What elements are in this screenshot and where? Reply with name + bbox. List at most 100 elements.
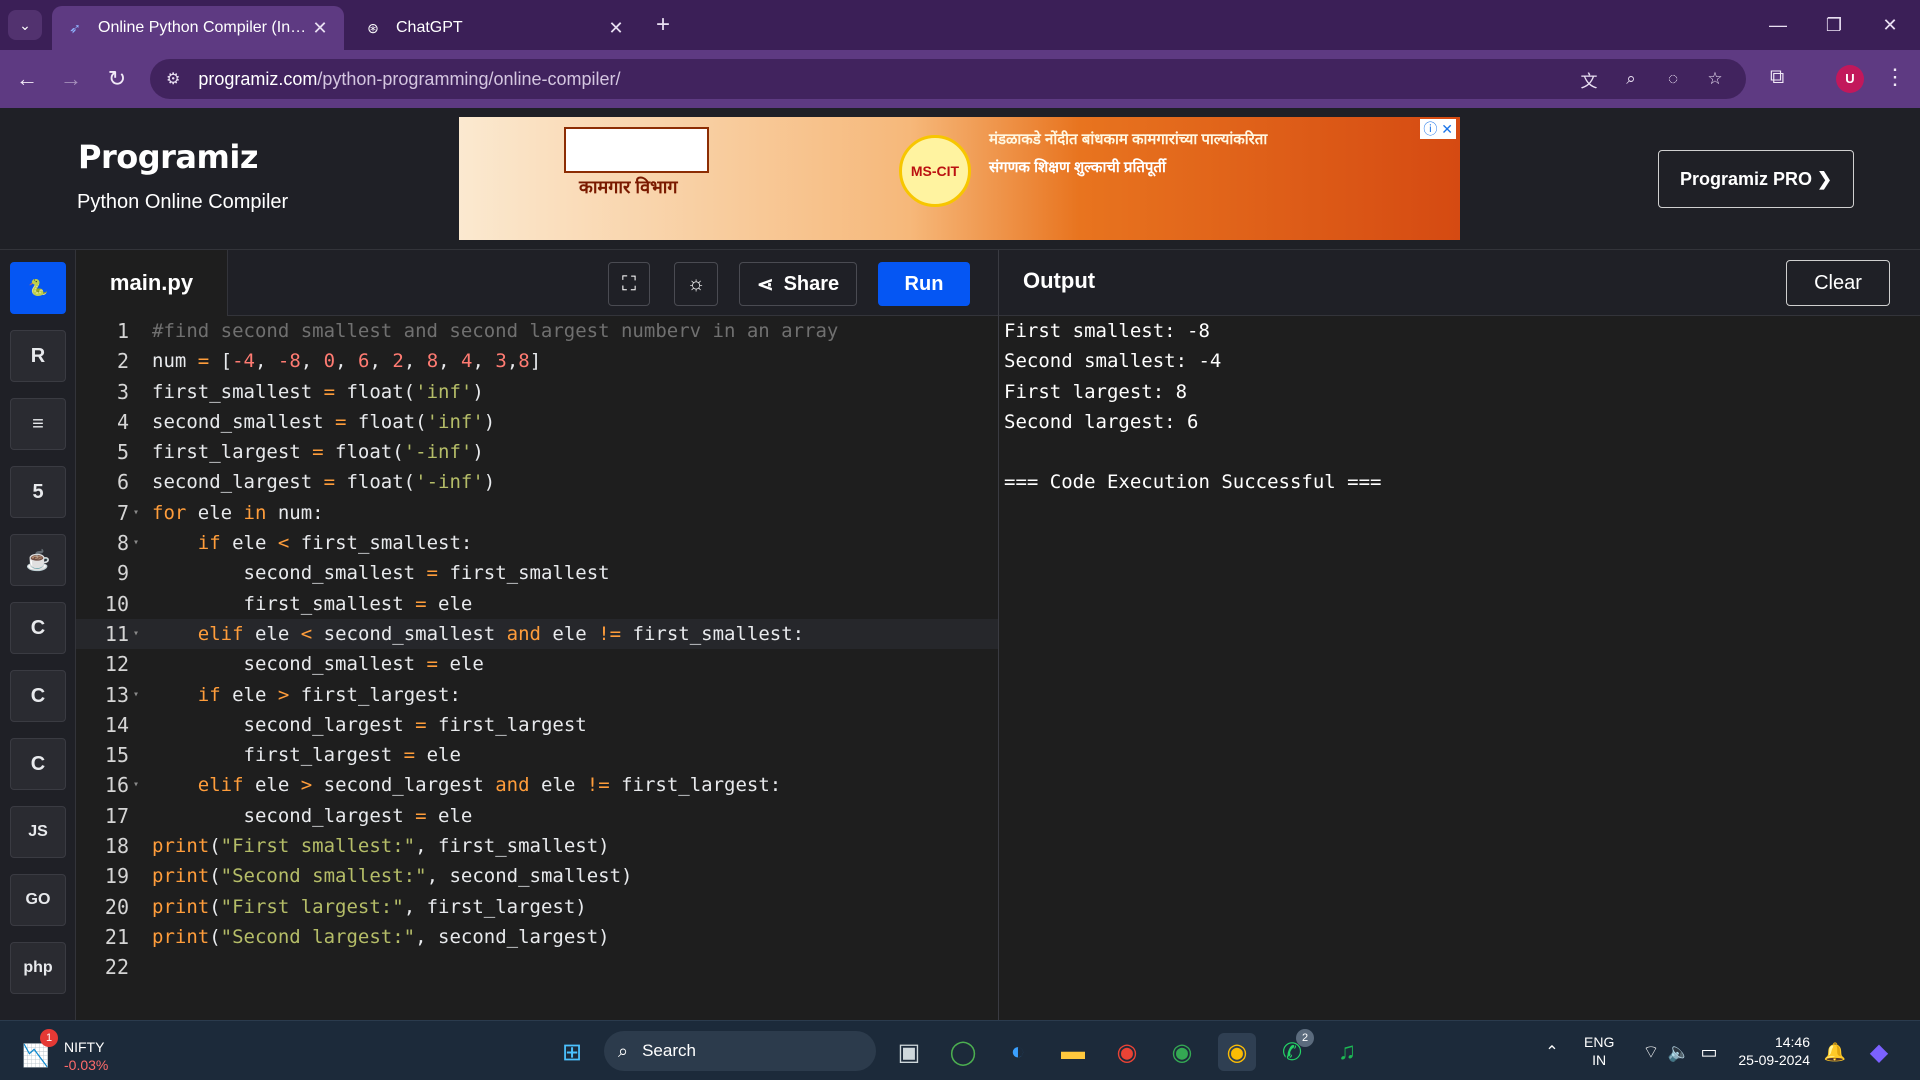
copilot-app-icon[interactable]: ◆	[1860, 1033, 1898, 1071]
start-icon[interactable]: ⊞	[553, 1033, 591, 1071]
php-icon[interactable]: php	[10, 942, 66, 994]
new-tab-button[interactable]: +	[650, 12, 676, 38]
chrome-profile-icon[interactable]: ◉	[1163, 1033, 1201, 1071]
programiz-pro-button[interactable]: Programiz PRO ❯	[1658, 150, 1854, 208]
taskbar-search[interactable]: ⌕ Search	[604, 1031, 876, 1071]
code-line[interactable]: 9 second_smallest = first_smallest	[76, 558, 998, 588]
close-tab-icon[interactable]: ✕	[606, 18, 626, 39]
more-menu-icon[interactable]: ⋮	[1884, 64, 1906, 90]
fold-arrow-icon[interactable]: ▾	[133, 619, 139, 649]
close-tab-icon[interactable]: ✕	[310, 18, 330, 39]
language-indicator[interactable]: ENG IN	[1584, 1033, 1614, 1069]
code-line[interactable]: 16 ▾ elif ele > second_largest and ele !=…	[76, 770, 998, 800]
tab-search-button[interactable]: ⌄	[8, 10, 42, 40]
file-tab-main-py[interactable]: main.py	[76, 250, 228, 316]
js-icon[interactable]: JS	[10, 806, 66, 858]
fold-arrow-icon[interactable]: ▾	[133, 680, 139, 710]
html-icon[interactable]: 5	[10, 466, 66, 518]
battery-icon[interactable]: ▭	[1690, 1033, 1728, 1071]
go-icon[interactable]: GO	[10, 874, 66, 926]
ad-emblem	[564, 127, 709, 173]
code-text: first_largest = float('-inf')	[152, 441, 484, 464]
bookmark-star-icon[interactable]: ☆	[1704, 69, 1726, 89]
code-line[interactable]: 17 second_largest = ele	[76, 801, 998, 831]
code-line[interactable]: 11 ▾ elif ele < second_smallest and ele !…	[76, 618, 998, 650]
stock-chart-icon: 📉	[22, 1043, 50, 1068]
java-icon[interactable]: ☕	[10, 534, 66, 586]
code-line[interactable]: 8 ▾ if ele < first_smallest:	[76, 528, 998, 558]
line-number: 6	[116, 470, 129, 495]
code-text: num = [-4, -8, 0, 6, 2, 8, 4, 3,8]	[152, 350, 542, 373]
code-editor[interactable]: 1 #find second smallest and second larges…	[76, 316, 998, 1020]
theme-toggle-icon[interactable]: ☼	[674, 262, 718, 306]
code-line[interactable]: 18 print("First smallest:", first_smalles…	[76, 831, 998, 861]
time: 14:46	[1774, 1034, 1810, 1050]
share-button[interactable]: ⋖ Share	[739, 262, 857, 306]
code-line[interactable]: 15 first_largest = ele	[76, 740, 998, 770]
edge-icon[interactable]: ◐	[999, 1033, 1037, 1071]
restore-button[interactable]: ❐	[1814, 10, 1854, 40]
line-number: 8	[116, 531, 129, 556]
fullscreen-icon[interactable]: ⛶	[608, 262, 650, 306]
back-icon[interactable]: ←	[12, 64, 42, 94]
code-line[interactable]: 12 second_smallest = ele	[76, 649, 998, 679]
address-bar[interactable]: ⚙ programiz.com/python-programming/onlin…	[150, 59, 1746, 99]
spotify-icon[interactable]: ♫	[1328, 1033, 1366, 1071]
code-text: second_smallest = float('inf')	[152, 410, 496, 433]
eye-off-icon[interactable]: ◌	[1662, 69, 1684, 89]
stock-widget[interactable]: 📉 1 NIFTY -0.03%	[22, 1029, 142, 1073]
task-view-icon[interactable]: ▣	[890, 1033, 928, 1071]
tab-chatgpt[interactable]: ⊛ ChatGPT ✕	[350, 6, 640, 50]
code-line[interactable]: 14 second_largest = first_largest	[76, 710, 998, 740]
minimize-button[interactable]: —	[1758, 10, 1798, 40]
code-line[interactable]: 2 num = [-4, -8, 0, 6, 2, 8, 4, 3,8]	[76, 346, 998, 376]
programiz-logo[interactable]: Programiz	[78, 138, 258, 176]
zoom-icon[interactable]: ⌕	[1620, 69, 1642, 89]
fold-arrow-icon[interactable]: ▾	[133, 498, 139, 528]
c-icon[interactable]: C	[10, 602, 66, 654]
reload-icon[interactable]: ↻	[102, 64, 132, 94]
line-number: 21	[104, 924, 129, 949]
code-line[interactable]: 6 second_largest = float('-inf')	[76, 467, 998, 497]
code-line[interactable]: 7 ▾ for ele in num:	[76, 498, 998, 528]
translate-icon[interactable]: 文	[1578, 67, 1600, 92]
code-line[interactable]: 10 first_smallest = ele	[76, 589, 998, 619]
sql-icon[interactable]: ≡	[10, 398, 66, 450]
clear-button[interactable]: Clear	[1786, 260, 1890, 306]
python-icon[interactable]: 🐍	[10, 262, 66, 314]
code-line[interactable]: 1 #find second smallest and second larges…	[76, 316, 998, 346]
copilot-icon[interactable]: ◯	[944, 1033, 982, 1071]
lang-code: ENG	[1584, 1034, 1615, 1050]
extensions-icon[interactable]: ⧉	[1770, 66, 1784, 89]
code-line[interactable]: 20 print("First largest:", first_largest)	[76, 892, 998, 922]
line-number: 3	[116, 379, 129, 404]
fold-arrow-icon[interactable]: ▾	[133, 770, 139, 800]
avatar[interactable]: U	[1836, 65, 1864, 93]
chrome-active-icon[interactable]: ◉	[1218, 1033, 1256, 1071]
code-line[interactable]: 13 ▾ if ele > first_largest:	[76, 680, 998, 710]
chrome-icon[interactable]: ◉	[1108, 1033, 1146, 1071]
code-line[interactable]: 19 print("Second smallest:", second_small…	[76, 861, 998, 891]
clock[interactable]: 14:46 25-09-2024	[1738, 1033, 1810, 1069]
ad-close-icon[interactable]: ⓘ ✕	[1420, 119, 1456, 139]
advertisement-banner[interactable]: कामगार विभाग MS-CIT मंडळाकडे नोंदीत बांध…	[459, 117, 1460, 240]
code-line[interactable]: 3 first_smallest = float('inf')	[76, 377, 998, 407]
forward-icon[interactable]: →	[56, 64, 86, 94]
notifications-icon[interactable]: 🔔	[1816, 1033, 1854, 1071]
r-icon[interactable]: R	[10, 330, 66, 382]
code-text: for ele in num:	[152, 501, 324, 524]
tray-chevron-icon[interactable]: ⌃	[1533, 1033, 1571, 1071]
code-line[interactable]: 22	[76, 952, 998, 982]
csharp-icon[interactable]: C	[10, 738, 66, 790]
cpp-icon[interactable]: C	[10, 670, 66, 722]
site-info-icon[interactable]: ⚙	[166, 69, 180, 89]
code-line[interactable]: 21 print("Second largest:", second_larges…	[76, 922, 998, 952]
code-line[interactable]: 5 first_largest = float('-inf')	[76, 437, 998, 467]
fold-arrow-icon[interactable]: ▾	[133, 528, 139, 558]
close-window-button[interactable]: ✕	[1870, 10, 1910, 40]
run-button[interactable]: Run	[878, 262, 970, 306]
output-line: === Code Execution Successful ===	[1004, 471, 1382, 494]
tab-programiz[interactable]: ➶ Online Python Compiler (Interpreter) ✕	[52, 6, 344, 50]
file-explorer-icon[interactable]: ▬	[1054, 1033, 1092, 1071]
code-line[interactable]: 4 second_smallest = float('inf')	[76, 407, 998, 437]
